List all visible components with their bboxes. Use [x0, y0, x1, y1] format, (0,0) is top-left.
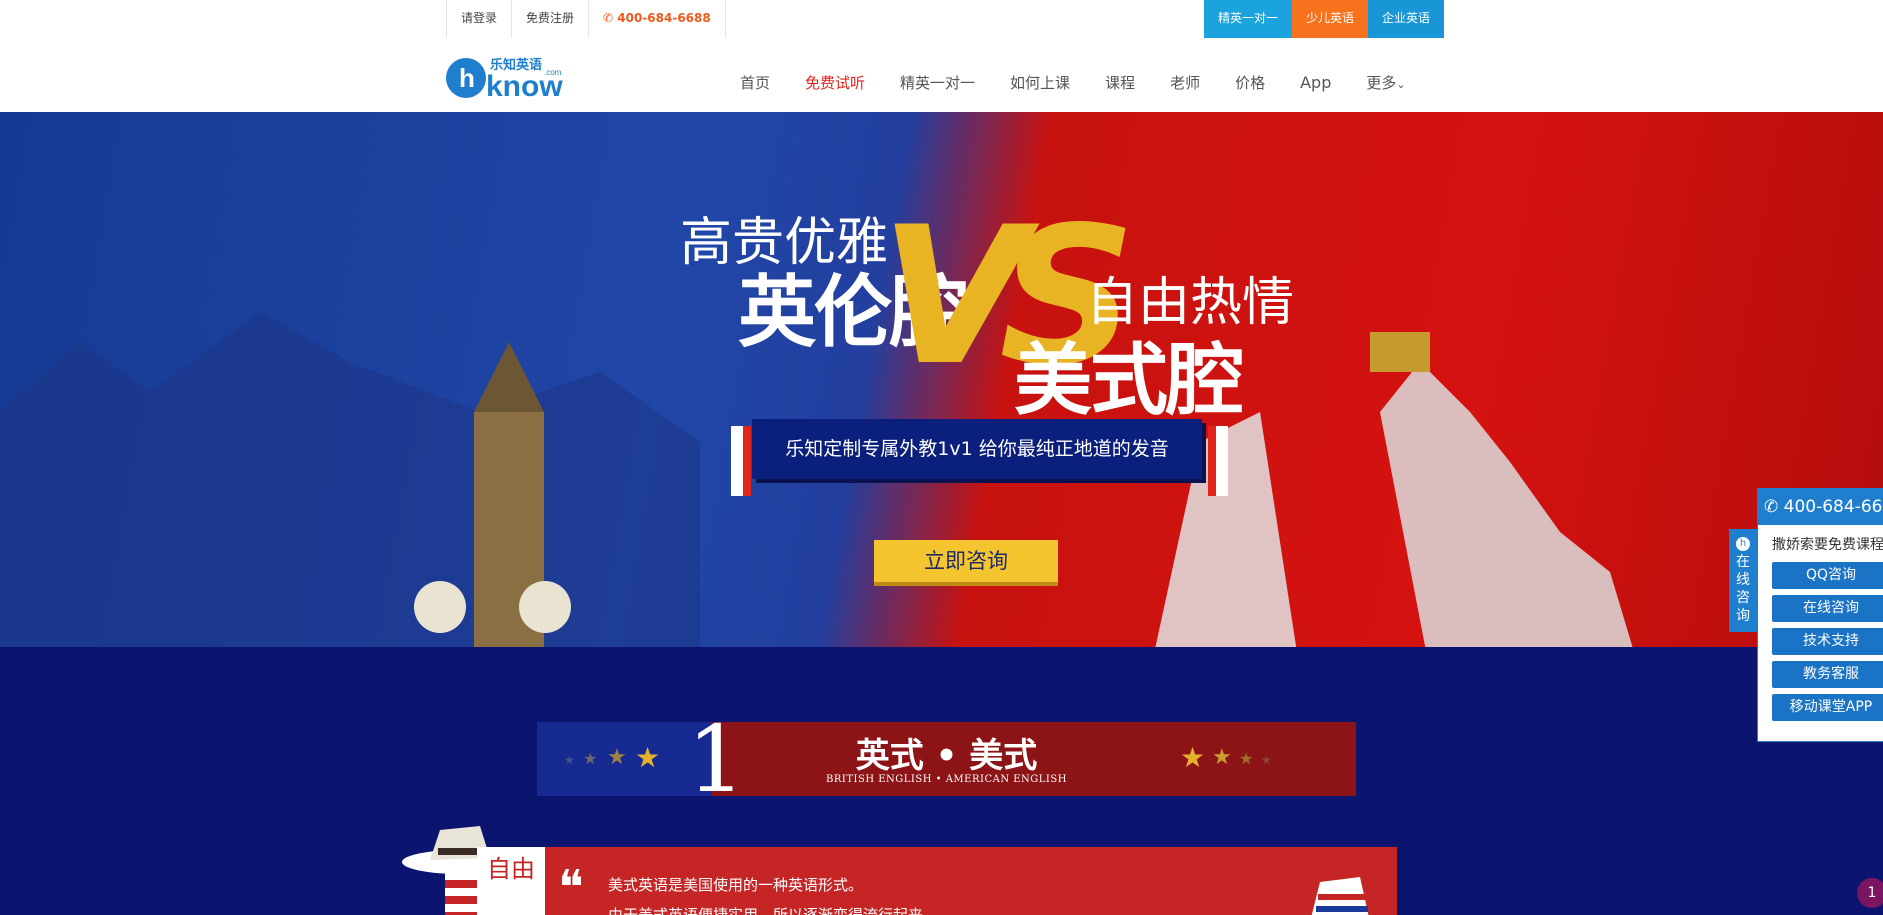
chevron-down-icon: ⌄ — [1396, 78, 1406, 91]
hotline[interactable]: ✆ 400-684-6688 — [588, 0, 726, 38]
chat-bubble-button[interactable]: 1 — [1857, 878, 1883, 908]
star-icon: ★ — [1180, 741, 1206, 774]
banner-subline: 乐知定制专属外教1v1 给你最纯正地道的发音 — [752, 419, 1202, 479]
consult-desc: 撒娇索要免费课程 — [1772, 537, 1883, 553]
nav-courses[interactable]: 课程 — [1105, 72, 1135, 94]
nav-more[interactable]: 更多⌄ — [1366, 72, 1405, 94]
nav-app[interactable]: App — [1300, 72, 1331, 94]
elite-one-on-one-link[interactable]: 精英一对一 — [1204, 0, 1293, 38]
site-logo[interactable]: h 乐知英语 know .com — [444, 52, 574, 100]
consult-phone[interactable]: ✆ 400-684-668 — [1758, 489, 1883, 525]
nav-elite[interactable]: 精英一对一 — [900, 72, 975, 94]
academic-service-button[interactable]: 教务客服 — [1772, 661, 1883, 688]
online-consult-button[interactable]: 在线咨询 — [1772, 595, 1883, 622]
logo-com-text: .com — [544, 68, 562, 77]
star-icon: ★ — [1212, 745, 1232, 770]
nav-more-label: 更多 — [1366, 74, 1397, 92]
star-icon: ★ — [1239, 749, 1254, 768]
nav-menu: 首页 免费试听 精英一对一 如何上课 课程 老师 价格 App 更多⌄ — [740, 72, 1441, 94]
phone-icon: ✆ — [603, 11, 618, 25]
slogan-american-accent: 美式腔 — [1014, 336, 1244, 426]
consult-phone-number: 400-684-668 — [1783, 497, 1883, 517]
kids-english-link[interactable]: 少儿英语 — [1292, 0, 1369, 38]
quote-icon: ❝ — [558, 860, 584, 915]
section-ribbon: ★ ★ ★ ★ 1 英式 • 美式 BRITISH ENGLISH • AMER… — [537, 714, 1356, 806]
online-consult-tab-label: 在线咨询 — [1736, 554, 1750, 624]
uncle-sam-hat-icon — [1311, 877, 1369, 915]
online-consult-tab[interactable]: h 在线咨询 — [1729, 529, 1757, 632]
star-icon: ★ — [1261, 753, 1272, 767]
phone-icon: ✆ — [1764, 497, 1784, 517]
mobile-app-button[interactable]: 移动课堂APP — [1772, 694, 1883, 721]
card-label: 自由 — [487, 855, 535, 883]
login-link[interactable]: 请登录 — [446, 0, 511, 38]
nav-home[interactable]: 首页 — [740, 72, 770, 94]
nav-teachers[interactable]: 老师 — [1170, 72, 1200, 94]
american-flag-strip — [445, 872, 477, 915]
top-bar: 请登录 免费注册 ✆ 400-684-6688 精英一对一 少儿英语 企业英语 — [0, 0, 1883, 39]
top-bar-left: 请登录 免费注册 ✆ 400-684-6688 — [446, 0, 726, 38]
top-bar-right: 精英一对一 少儿英语 企业英语 — [1204, 0, 1445, 38]
section-title: 英式 • 美式 — [855, 736, 1038, 776]
svg-text:h: h — [459, 63, 475, 93]
card-text-line-1: 美式英语是美国使用的一种英语形式。 — [608, 876, 864, 894]
hotline-number: 400-684-6688 — [617, 11, 711, 25]
nav-price[interactable]: 价格 — [1235, 72, 1265, 94]
qq-consult-button[interactable]: QQ咨询 — [1772, 562, 1883, 589]
card-text-line-2: 由于美式英语便捷实用，所以逐渐变得流行起来 — [608, 906, 924, 915]
logo-icon: h — [1736, 537, 1750, 551]
consult-panel: ✆ 400-684-668 撒娇索要免费课程 QQ咨询 在线咨询 技术支持 教务… — [1757, 488, 1883, 742]
nav-how-to-learn[interactable]: 如何上课 — [1010, 72, 1070, 94]
nav-free-trial[interactable]: 免费试听 — [805, 72, 865, 94]
business-english-link[interactable]: 企业英语 — [1368, 0, 1445, 38]
register-link[interactable]: 免费注册 — [511, 0, 588, 38]
consult-now-button[interactable]: 立即咨询 — [874, 540, 1058, 582]
flag-bar-right — [1208, 426, 1228, 496]
flag-bar-left — [731, 426, 751, 496]
section-subtitle: BRITISH ENGLISH • AMERICAN ENGLISH — [826, 774, 1067, 785]
tech-support-button[interactable]: 技术支持 — [1772, 628, 1883, 655]
hero-banner: 高贵优雅 英伦腔 VS 自由热情 美式腔 乐知定制专属外教1v1 给你最纯正地道… — [0, 112, 1883, 915]
